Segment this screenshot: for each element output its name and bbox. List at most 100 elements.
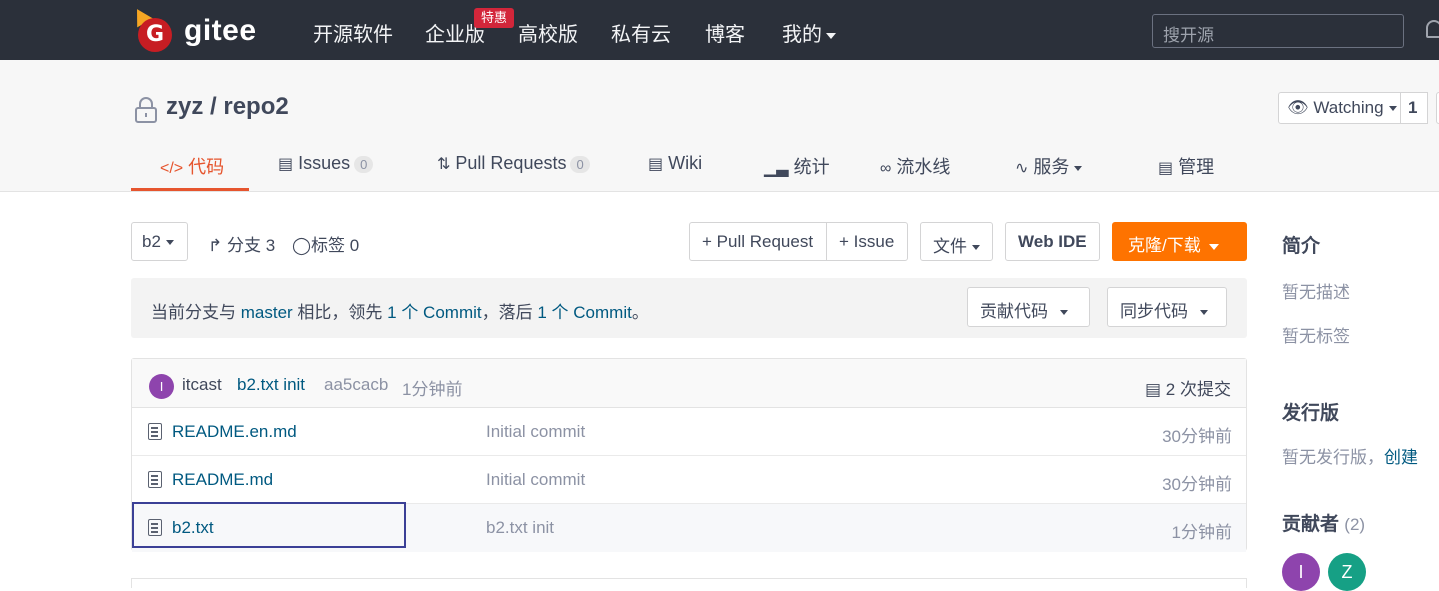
gitee-logo-icon (138, 18, 172, 52)
commit-count-label: 2 次提交 (1165, 380, 1231, 399)
pipeline-icon: ∞ (880, 160, 892, 177)
tab-issues[interactable]: ▤ Issues 0 (278, 153, 374, 174)
contributors-count: (2) (1344, 515, 1366, 534)
avatar[interactable]: I (1282, 553, 1320, 591)
avatar[interactable]: Z (1328, 553, 1366, 591)
web-ide-button[interactable]: Web IDE (1005, 222, 1100, 261)
tab-manage-label: 管理 (1178, 157, 1215, 177)
tag-icon: ◯ (292, 236, 312, 255)
intro-heading: 简介 (1282, 236, 1321, 257)
chevron-down-icon (1388, 106, 1397, 112)
repo-title[interactable]: zyz / repo2 (166, 93, 289, 121)
file-icon (148, 471, 162, 488)
commit-count[interactable]: ▤ 2 次提交 (1145, 375, 1231, 400)
branches-link[interactable]: ↱ 分支 3 (208, 231, 275, 256)
file-commit-message[interactable]: b2.txt init (486, 518, 554, 538)
commit-message[interactable]: b2.txt init (237, 375, 305, 395)
table-row[interactable]: README.md Initial commit 30分钟前 (132, 456, 1246, 504)
chevron-down-icon (1208, 243, 1219, 250)
avatar[interactable]: I (149, 374, 174, 399)
tab-pipeline[interactable]: ∞ 流水线 (880, 153, 950, 179)
notice-suffix: 。 (631, 303, 649, 322)
nav-mine[interactable]: 我的 (782, 18, 836, 47)
branch-select[interactable]: b2 (131, 222, 188, 261)
nav-private-cloud[interactable]: 私有云 (611, 18, 671, 47)
file-commit-message[interactable]: Initial commit (486, 470, 585, 490)
commit-author[interactable]: itcast (182, 375, 222, 395)
branch-compare-notice: 当前分支与 master 相比，领先 1 个 Commit，落后 1 个 Com… (131, 278, 1247, 338)
nav-education[interactable]: 高校版 (518, 18, 578, 47)
tab-pipeline-label: 流水线 (896, 157, 951, 177)
tab-stats[interactable]: ▁▃ 统计 (764, 153, 830, 179)
contributors-heading: 贡献者 (2) (1282, 509, 1365, 536)
no-description: 暂无描述 (1282, 283, 1350, 302)
commit-time: 1分钟前 (402, 380, 463, 399)
tab-stats-label: 统计 (793, 157, 830, 177)
chevron-down-icon (972, 245, 980, 251)
chevron-down-icon (826, 32, 836, 39)
tab-manage[interactable]: ▤ 管理 (1158, 153, 1214, 179)
commit-hash[interactable]: aa5cacb (324, 375, 388, 395)
active-tab-indicator (131, 188, 249, 191)
notice-middle2: ，落后 (481, 303, 538, 322)
branch-icon: ↱ (208, 236, 223, 255)
chevron-down-icon (1074, 165, 1083, 171)
branches-label: 分支 3 (226, 236, 276, 255)
watch-button[interactable]: 👁 Watching (1278, 92, 1401, 124)
watch-count[interactable]: 1 (1401, 92, 1428, 124)
code-icon: </> (160, 160, 184, 177)
eye-icon: 👁 (1287, 98, 1309, 117)
file-name[interactable]: README.en.md (172, 422, 297, 442)
behind-commits-link[interactable]: 1 个 Commit (537, 303, 631, 322)
stats-icon: ▁▃ (764, 160, 789, 177)
chevron-down-icon (1060, 310, 1068, 316)
nav-open-source[interactable]: 开源软件 (313, 18, 393, 47)
tags-link[interactable]: ◯标签 0 (292, 231, 359, 256)
new-issue-button[interactable]: + Issue (826, 222, 908, 261)
contribute-code-button[interactable]: 贡献代码 (967, 287, 1090, 327)
chevron-down-icon (165, 240, 174, 246)
tab-wiki-label: Wiki (668, 153, 703, 173)
compare-branch-link[interactable]: master (241, 303, 293, 322)
sync-code-button[interactable]: 同步代码 (1107, 287, 1227, 327)
tab-wiki[interactable]: ▤ Wiki (648, 153, 702, 174)
clone-download-button[interactable]: 克隆/下载 (1112, 222, 1247, 261)
tab-code[interactable]: </> 代码 (160, 153, 224, 179)
issues-count: 0 (354, 156, 374, 173)
file-time: 30分钟前 (1162, 427, 1232, 446)
contributors-label: 贡献者 (1282, 514, 1340, 535)
create-release-link[interactable]: 创建 (1384, 448, 1418, 467)
bell-icon[interactable] (1426, 20, 1439, 38)
nav-blog[interactable]: 博客 (705, 18, 745, 47)
table-row[interactable]: README.en.md Initial commit 30分钟前 (132, 408, 1246, 456)
no-release-label: 暂无发行版， (1282, 448, 1384, 467)
no-tags: 暂无标签 (1282, 327, 1350, 346)
tab-issues-label: Issues (298, 153, 351, 173)
file-time: 1分钟前 (1171, 523, 1232, 542)
ahead-commits-link[interactable]: 1 个 Commit (387, 303, 481, 322)
file-icon (148, 423, 162, 440)
wiki-icon: ▤ (648, 156, 664, 173)
pull-request-icon: ⇅ (437, 156, 451, 173)
gitee-logo[interactable]: gitee (129, 4, 262, 54)
selection-highlight (132, 502, 406, 548)
logo-text: gitee (184, 14, 257, 47)
new-pull-request-button[interactable]: + Pull Request (689, 222, 827, 261)
file-name[interactable]: README.md (172, 470, 273, 490)
tab-pull-requests-label: Pull Requests (455, 153, 567, 173)
search-input[interactable]: 搜开源 (1152, 14, 1404, 48)
tab-service[interactable]: ∿ 服务 (1015, 153, 1083, 179)
tab-pull-requests[interactable]: ⇅ Pull Requests 0 (437, 153, 590, 174)
chevron-down-icon (1200, 310, 1208, 316)
file-menu-button[interactable]: 文件 (920, 222, 993, 261)
history-icon: ▤ (1145, 380, 1162, 399)
file-commit-message[interactable]: Initial commit (486, 422, 585, 442)
latest-commit-bar: I itcast b2.txt init aa5cacb 1分钟前 ▤ 2 次提… (132, 359, 1246, 408)
nav-mine-label: 我的 (782, 24, 822, 46)
branch-label: b2 (142, 232, 161, 251)
watch-label: Watching (1313, 98, 1384, 117)
notice-prefix: 当前分支与 (151, 303, 241, 322)
readme-panel (131, 578, 1247, 588)
manage-icon: ▤ (1158, 160, 1174, 177)
lock-icon (135, 97, 157, 123)
